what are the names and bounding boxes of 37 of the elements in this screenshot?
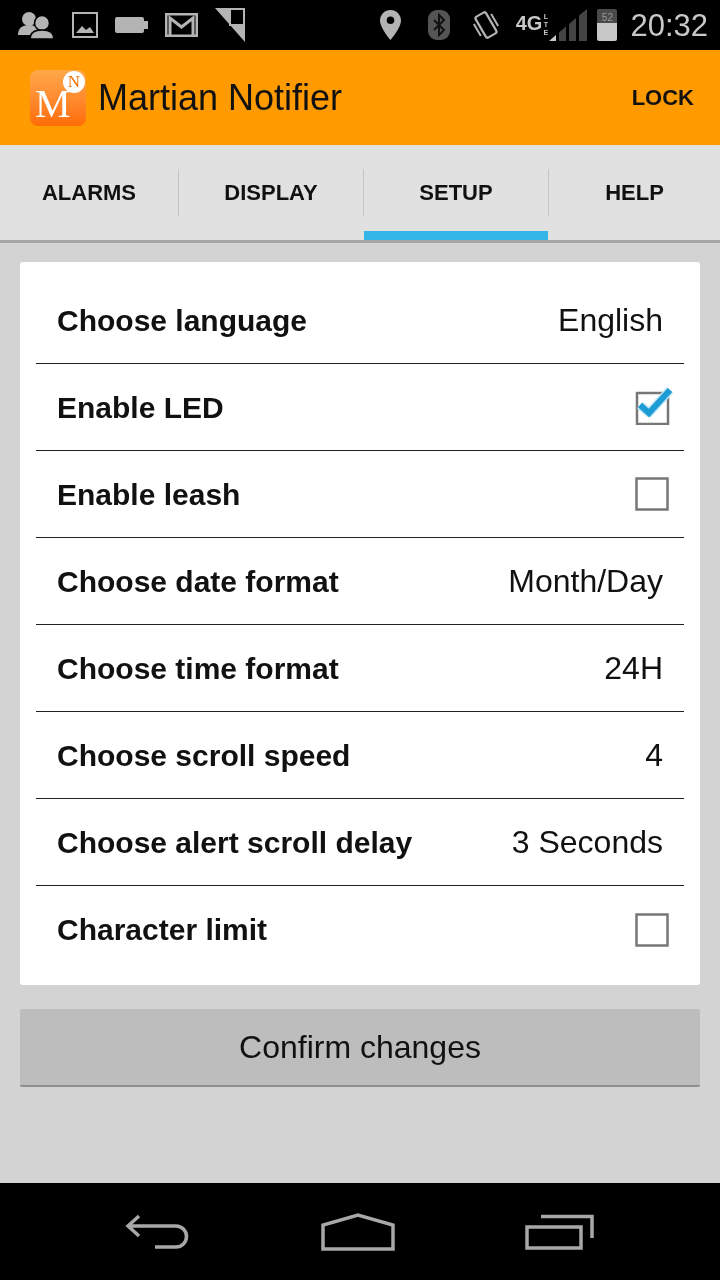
tab[interactable]: ALARMS — [0, 145, 178, 240]
setting-label: Choose date format — [57, 563, 339, 600]
setting-label: Enable LED — [57, 389, 224, 426]
confirm-button[interactable]: Confirm changes — [20, 1009, 700, 1087]
battery-full-icon — [115, 17, 148, 33]
checkbox[interactable] — [635, 912, 669, 947]
back-icon[interactable] — [125, 1214, 191, 1249]
location-pin-icon — [379, 10, 401, 40]
image-icon — [72, 12, 98, 38]
lock-button[interactable]: LOCK — [631, 81, 694, 114]
battery-indicator: 52 — [597, 9, 618, 41]
setting-label: Choose scroll speed — [57, 737, 351, 774]
setting-label: Choose time format — [57, 650, 339, 687]
setting-label: Choose alert scroll delay — [57, 824, 413, 861]
signal-icon — [549, 9, 588, 41]
bluetooth-icon — [427, 10, 450, 40]
clock-time: 20:32 — [630, 9, 708, 41]
tab[interactable]: HELP — [549, 145, 720, 240]
setting-value[interactable]: Month/Day — [508, 557, 663, 605]
setting-value[interactable]: 4 — [645, 731, 663, 779]
tab[interactable]: DISPLAY — [179, 145, 363, 240]
home-icon[interactable] — [321, 1212, 395, 1251]
setting-label: Character limit — [57, 912, 268, 948]
setting-value[interactable]: English — [558, 296, 663, 344]
triangle-icon — [215, 8, 245, 42]
network-type: 4G — [515, 13, 543, 34]
setting-value[interactable]: 3 Seconds — [511, 818, 663, 866]
recents-icon[interactable] — [525, 1213, 595, 1250]
app-title: Martian Notifier — [98, 75, 343, 120]
checkbox[interactable] — [634, 385, 674, 425]
people-icon — [18, 11, 55, 39]
vibrate-icon — [470, 9, 501, 41]
setting-label: Enable leash — [57, 476, 241, 513]
setting-label: Choose language — [57, 302, 308, 339]
checkbox[interactable] — [635, 477, 669, 511]
mail-icon — [165, 13, 198, 37]
setting-value[interactable]: 24H — [604, 644, 663, 692]
